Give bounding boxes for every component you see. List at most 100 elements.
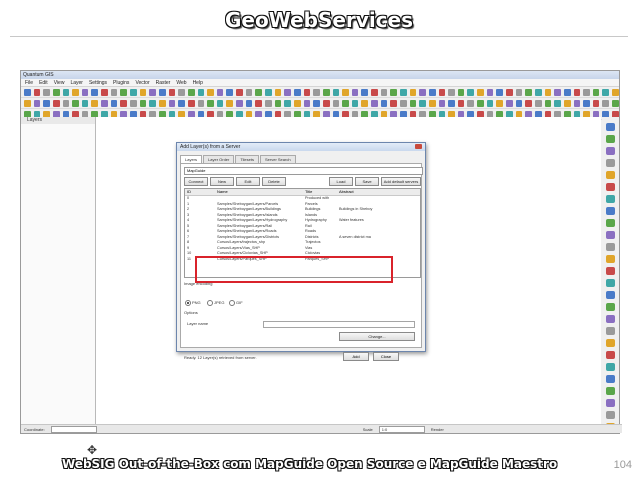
toolbar-tool-icon[interactable] [515,88,523,96]
toolbar-tool-icon[interactable] [255,99,263,107]
toolbar-tool-icon[interactable] [361,99,369,107]
column-title[interactable]: Title [303,189,337,195]
toolbar-tool-icon[interactable] [573,99,581,107]
toolbar-tool-icon[interactable] [592,88,600,96]
toolbar-tool-icon[interactable] [187,99,195,107]
tab-layer-order[interactable]: Layer Order [203,155,235,163]
toolbar-tool-icon[interactable] [419,88,426,96]
radio-jpeg[interactable] [207,300,213,306]
toolbar-tool-icon[interactable] [554,88,561,96]
toolbar-tool-icon[interactable] [91,88,99,96]
side-tool-icon[interactable] [606,387,615,395]
toolbar-tool-icon[interactable] [110,99,118,107]
side-tool-icon[interactable] [606,351,615,359]
toolbar-tool-icon[interactable] [303,99,311,107]
toolbar-tool-icon[interactable] [544,99,552,107]
toolbar-tool-icon[interactable] [351,88,359,96]
toolbar-tool-icon[interactable] [313,88,320,96]
toolbar-tool-icon[interactable] [158,99,166,107]
toolbar-tool-icon[interactable] [101,88,108,96]
toolbar-tool-icon[interactable] [265,88,272,96]
side-tool-icon[interactable] [606,279,615,287]
layers-panel[interactable]: Layers ✥ [21,117,97,457]
toolbar-tool-icon[interactable] [428,88,436,96]
toolbar-tool-icon[interactable] [149,99,156,107]
toolbar-tool-icon[interactable] [33,99,41,107]
load-button[interactable]: Load [329,177,353,186]
toolbar-tool-icon[interactable] [477,88,484,96]
toolbar-tool-icon[interactable] [216,99,224,107]
toolbar-tool-icon[interactable] [602,99,610,107]
toolbar-tool-icon[interactable] [322,99,330,107]
radio-png[interactable] [185,300,191,306]
toolbar-tool-icon[interactable] [33,88,41,96]
toolbar-tool-icon[interactable] [120,88,128,96]
toolbar-tool-icon[interactable] [178,99,185,107]
menu-settings[interactable]: Settings [89,80,107,86]
menu-raster[interactable]: Raster [156,80,171,86]
side-tool-icon[interactable] [606,171,615,179]
side-tool-icon[interactable] [606,159,615,167]
toolbar-tool-icon[interactable] [592,99,600,107]
toolbar-tool-icon[interactable] [477,99,484,107]
toolbar-tool-icon[interactable] [380,99,388,107]
tab-tilesets[interactable]: Tilesets [235,155,259,163]
toolbar-tool-icon[interactable] [457,88,465,96]
toolbar-tool-icon[interactable] [284,88,291,96]
side-tool-icon[interactable] [606,267,615,275]
toolbar-tool-icon[interactable] [438,99,446,107]
tab-server-search[interactable]: Server Search [260,155,296,163]
toolbar-tool-icon[interactable] [178,88,185,96]
menu-plugins[interactable]: Plugins [113,80,129,86]
close-icon[interactable] [415,144,422,149]
toolbar-tool-icon[interactable] [554,99,561,107]
toolbar-tool-icon[interactable] [216,88,224,96]
toolbar-tool-icon[interactable] [245,99,253,107]
side-tool-icon[interactable] [606,399,615,407]
toolbar-tool-icon[interactable] [573,88,581,96]
toolbar-tool-icon[interactable] [409,99,417,107]
toolbar-tool-icon[interactable] [101,99,108,107]
toolbar-tool-icon[interactable] [226,88,234,96]
toolbar-tool-icon[interactable] [81,88,89,96]
toolbar-tool-icon[interactable] [62,99,70,107]
server-select[interactable]: MapGuide [184,167,423,175]
delete-button[interactable]: Delete [262,177,286,186]
toolbar-tool-icon[interactable] [43,99,50,107]
toolbar-tool-icon[interactable] [62,88,70,96]
layer-name-field[interactable] [263,321,415,328]
side-tool-icon[interactable] [606,291,615,299]
toolbar-tool-icon[interactable] [284,99,291,107]
toolbar-tool-icon[interactable] [371,88,378,96]
toolbar-tool-icon[interactable] [534,99,542,107]
menu-vector[interactable]: Vector [135,80,149,86]
toolbar-tool-icon[interactable] [265,99,272,107]
menu-help[interactable]: Help [193,80,203,86]
toolbar-tool-icon[interactable] [322,88,330,96]
add-default-servers-button[interactable]: Add default servers [381,177,421,186]
toolbar-tool-icon[interactable] [448,88,455,96]
toolbar-tool-icon[interactable] [399,99,407,107]
toolbar-tool-icon[interactable] [313,99,320,107]
toolbar-tool-icon[interactable] [342,99,349,107]
toolbar-tool-icon[interactable] [197,88,205,96]
toolbar-tool-icon[interactable] [525,99,532,107]
toolbar-tool-icon[interactable] [139,99,147,107]
side-tool-icon[interactable] [606,231,615,239]
toolbar-tool-icon[interactable] [72,99,79,107]
toolbar-tool-icon[interactable] [371,99,378,107]
toolbar-tool-icon[interactable] [496,99,504,107]
menu-view[interactable]: View [54,80,65,86]
toolbar-tool-icon[interactable] [399,88,407,96]
toolbar-tool-icon[interactable] [130,99,137,107]
save-button[interactable]: Save [355,177,379,186]
connect-button[interactable]: Connect [184,177,208,186]
coordinate-field[interactable] [50,425,97,433]
side-tool-icon[interactable] [606,135,615,143]
toolbar-tool-icon[interactable] [583,99,590,107]
menu-layer[interactable]: Layer [70,80,83,86]
column-id[interactable]: ID [185,189,215,195]
toolbar-tool-icon[interactable] [158,88,166,96]
toolbar-tool-icon[interactable] [448,99,455,107]
close-button[interactable]: Close [373,352,399,361]
